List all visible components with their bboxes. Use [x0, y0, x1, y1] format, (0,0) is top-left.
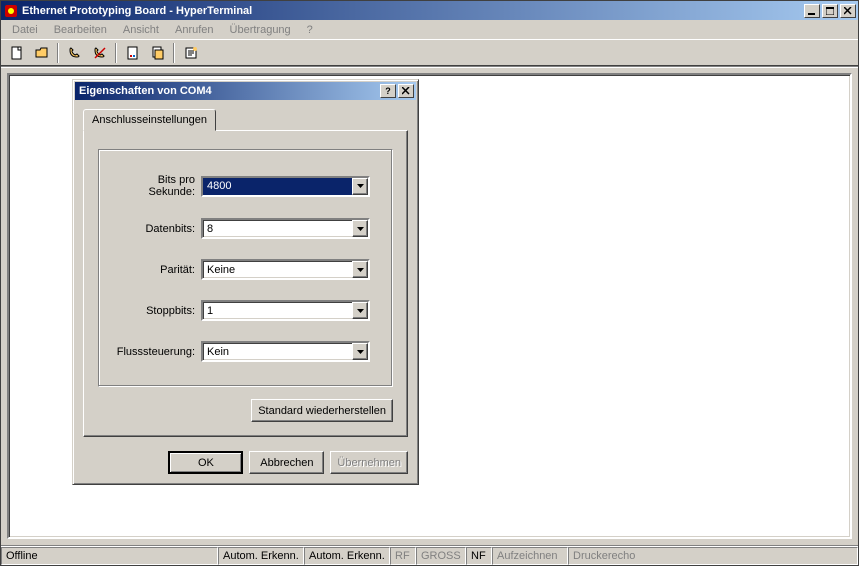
flow-combo[interactable]: Kein [201, 341, 370, 362]
toolbar-disconnect-icon[interactable] [88, 42, 111, 64]
ok-button[interactable]: OK [168, 451, 243, 474]
toolbar-open-icon[interactable] [30, 42, 53, 64]
menu-help[interactable]: ? [300, 22, 320, 38]
flow-value: Kein [203, 343, 352, 360]
parity-combo[interactable]: Keine [201, 259, 370, 280]
menubar: Datei Bearbeiten Ansicht Anrufen Übertra… [1, 20, 858, 39]
toolbar [1, 39, 858, 67]
menu-file[interactable]: Datei [5, 22, 45, 38]
restore-defaults-button[interactable]: Standard wiederherstellen [251, 399, 393, 422]
window-title: Ethernet Prototyping Board - HyperTermin… [22, 5, 802, 17]
baud-value: 4800 [203, 178, 352, 195]
toolbar-separator [115, 43, 117, 63]
terminal-frame: Eigenschaften von COM4 ? Anschlusseinste… [7, 73, 852, 539]
main-window: Ethernet Prototyping Board - HyperTermin… [0, 0, 859, 566]
chevron-down-icon[interactable] [352, 302, 368, 319]
menu-transfer[interactable]: Übertragung [223, 22, 298, 38]
databits-combo[interactable]: 8 [201, 218, 370, 239]
stopbits-value: 1 [203, 302, 352, 319]
baud-label: Bits pro Sekunde: [109, 174, 201, 198]
toolbar-call-icon[interactable] [63, 42, 86, 64]
baud-combo[interactable]: 4800 [201, 176, 370, 197]
app-icon [3, 3, 19, 19]
status-autodetect1: Autom. Erkenn. [218, 547, 304, 565]
status-echo: Druckerecho [568, 547, 858, 565]
dialog-titlebar: Eigenschaften von COM4 ? [75, 82, 416, 100]
status-gross: GROSS [416, 547, 466, 565]
status-rf: RF [390, 547, 416, 565]
chevron-down-icon[interactable] [352, 220, 368, 237]
toolbar-new-icon[interactable] [5, 42, 28, 64]
toolbar-separator [57, 43, 59, 63]
status-autodetect2: Autom. Erkenn. [304, 547, 390, 565]
content-area: Eigenschaften von COM4 ? Anschlusseinste… [1, 67, 858, 545]
toolbar-receive-icon[interactable] [146, 42, 169, 64]
dialog-help-button[interactable]: ? [380, 84, 396, 98]
flow-label: Flusssteuerung: [109, 346, 201, 358]
tab-panel: Bits pro Sekunde: 4800 Datenbits: 8 [83, 130, 408, 437]
parity-value: Keine [203, 261, 352, 278]
tab-label: Anschlusseinstellungen [92, 114, 207, 126]
stopbits-label: Stoppbits: [109, 305, 201, 317]
cancel-button[interactable]: Abbrechen [249, 451, 324, 474]
main-titlebar: Ethernet Prototyping Board - HyperTermin… [1, 1, 858, 20]
statusbar: Offline Autom. Erkenn. Autom. Erkenn. RF… [1, 545, 858, 565]
dialog-close-button[interactable] [398, 84, 414, 98]
databits-label: Datenbits: [109, 223, 201, 235]
properties-dialog: Eigenschaften von COM4 ? Anschlusseinste… [72, 79, 419, 485]
chevron-down-icon[interactable] [352, 261, 368, 278]
parity-label: Parität: [109, 264, 201, 276]
settings-groupbox: Bits pro Sekunde: 4800 Datenbits: 8 [98, 149, 393, 387]
minimize-button[interactable] [804, 4, 820, 18]
databits-value: 8 [203, 220, 352, 237]
chevron-down-icon[interactable] [352, 178, 368, 195]
menu-call[interactable]: Anrufen [168, 22, 221, 38]
menu-view[interactable]: Ansicht [116, 22, 166, 38]
menu-edit[interactable]: Bearbeiten [47, 22, 114, 38]
toolbar-separator [173, 43, 175, 63]
status-record: Aufzeichnen [492, 547, 568, 565]
apply-button: Übernehmen [330, 451, 408, 474]
stopbits-combo[interactable]: 1 [201, 300, 370, 321]
dialog-title: Eigenschaften von COM4 [79, 85, 378, 97]
toolbar-properties-icon[interactable] [179, 42, 202, 64]
maximize-button[interactable] [822, 4, 838, 18]
tab-port-settings[interactable]: Anschlusseinstellungen [83, 109, 216, 131]
close-button[interactable] [840, 4, 856, 18]
status-nf: NF [466, 547, 492, 565]
toolbar-send-icon[interactable] [121, 42, 144, 64]
status-connection: Offline [1, 547, 218, 565]
chevron-down-icon[interactable] [352, 343, 368, 360]
